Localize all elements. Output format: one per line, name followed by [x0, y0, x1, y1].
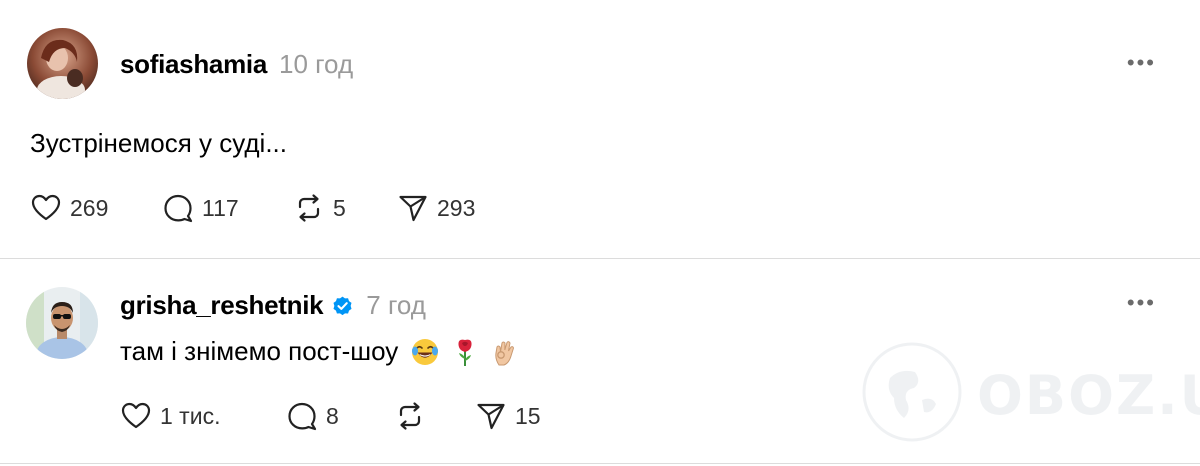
more-options-icon[interactable]: ••• [1127, 50, 1156, 76]
send-icon [399, 195, 427, 222]
like-count: 269 [70, 194, 109, 221]
comment-count: 117 [202, 194, 239, 221]
post-text-row: там і знімемо пост-шоу [120, 336, 520, 367]
avatar-photo [27, 28, 98, 99]
username[interactable]: sofiashamia [120, 49, 267, 80]
like-button[interactable]: 1 тис. [120, 398, 220, 434]
post-text: Зустрінемося у суді... [30, 128, 287, 158]
repost-button[interactable] [394, 398, 434, 434]
heart-icon [121, 402, 151, 429]
post-header: grisha_reshetnik 7 год [120, 288, 426, 322]
divider [0, 258, 1200, 259]
divider [0, 463, 1200, 464]
comment-button[interactable]: 8 [286, 398, 339, 434]
repost-button[interactable]: 5 [293, 190, 346, 226]
share-count: 293 [437, 194, 476, 221]
comment-count: 8 [326, 402, 339, 429]
post-text: там і знімемо пост-шоу [120, 336, 399, 366]
ok-hand-icon [490, 337, 520, 367]
avatar[interactable] [27, 28, 98, 99]
comment-icon [164, 194, 193, 223]
post-time: 10 год [279, 48, 354, 79]
share-button[interactable]: 15 [475, 398, 541, 434]
post-actions: 1 тис. 8 15 [0, 398, 1200, 434]
heart-icon [31, 194, 61, 221]
avatar-photo [26, 287, 98, 359]
username[interactable]: grisha_reshetnik [120, 290, 324, 321]
share-count: 15 [515, 402, 541, 429]
like-button[interactable]: 269 [30, 190, 108, 226]
share-button[interactable]: 293 [397, 190, 475, 226]
post-sofiashamia: sofiashamia 10 год ••• Зустрінемося у су… [0, 0, 1200, 259]
verified-badge-icon [333, 296, 352, 315]
post-actions: 269 117 5 293 [0, 190, 1200, 226]
comment-icon [288, 402, 317, 431]
send-icon [477, 403, 505, 430]
repost-count: 5 [333, 194, 346, 221]
post-grisha-reshetnik: grisha_reshetnik 7 год ••• там і знімемо… [0, 260, 1200, 466]
face-with-tears-of-joy-icon [410, 337, 440, 367]
post-time: 7 год [366, 289, 426, 320]
avatar[interactable] [26, 287, 98, 359]
post-header: sofiashamia 10 год [120, 47, 353, 81]
rose-icon [450, 337, 480, 367]
like-count: 1 тис. [160, 402, 221, 429]
repost-icon [298, 194, 320, 222]
more-options-icon[interactable]: ••• [1127, 290, 1156, 316]
comment-button[interactable]: 117 [162, 190, 239, 226]
repost-icon [399, 402, 421, 430]
